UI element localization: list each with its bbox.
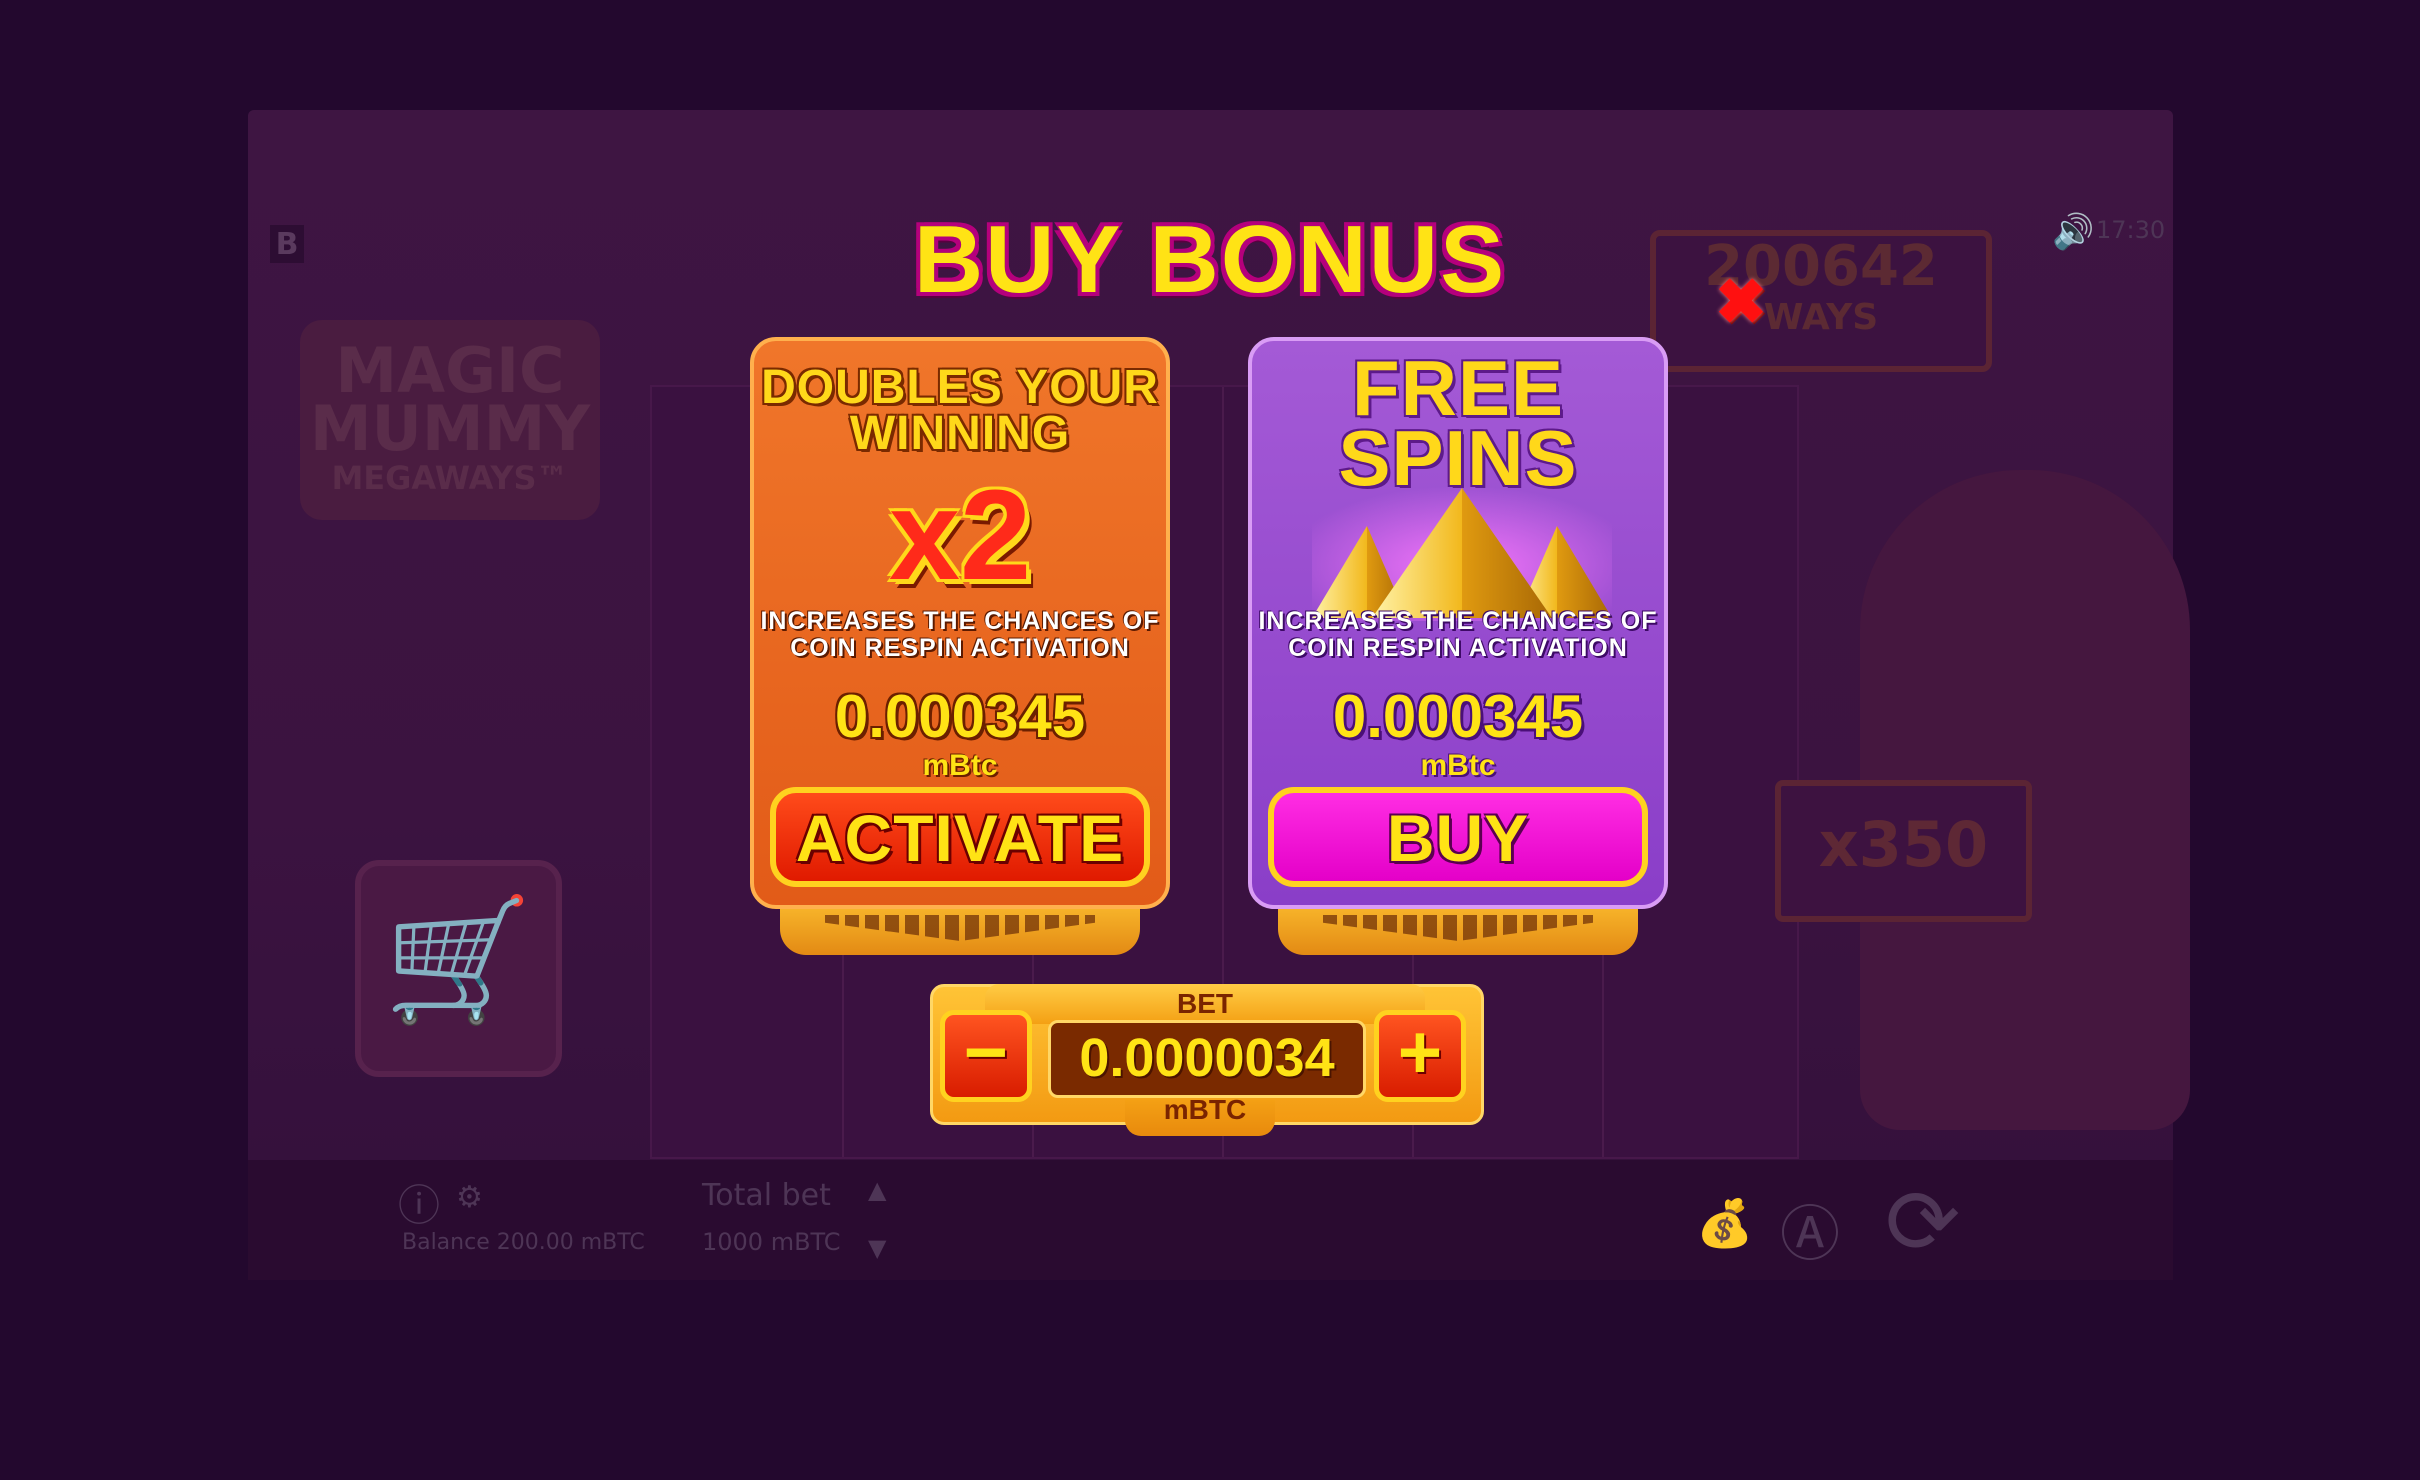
game-logo: MAGIC MUMMY MEGAWAYS™	[300, 320, 600, 520]
card-description: INCREASES THE CHANCES OF COIN RESPIN ACT…	[760, 607, 1160, 662]
card-price: 0.000345	[1332, 683, 1584, 750]
pyramids-icon	[1312, 486, 1612, 621]
x2-multiplier-icon: x2	[888, 464, 1032, 607]
increase-bet-button[interactable]: +	[1374, 1010, 1466, 1102]
card-base-right	[1278, 905, 1638, 955]
balance-text: Balance 200.00 mBTC	[402, 1230, 645, 1255]
close-icon: ✖	[1715, 268, 1767, 337]
card-price: 0.000345	[834, 683, 1086, 750]
money-bag-icon[interactable]: 💰	[1696, 1196, 1753, 1251]
bet-unit: mBTC	[1163, 1094, 1247, 1125]
bet-value: 0.0000034	[1079, 1028, 1335, 1088]
decrease-bet-button[interactable]: −	[940, 1010, 1032, 1102]
ways-label: WAYS	[1763, 297, 1879, 338]
doubles-winning-card: DOUBLES YOUR WINNING x2 INCREASES THE CH…	[750, 337, 1170, 909]
buy-bonus-cart-button[interactable]: 🛒	[355, 860, 562, 1077]
card-headline: FREE SPINS	[1338, 344, 1578, 502]
plus-icon: +	[1397, 1010, 1443, 1095]
card-base-left	[780, 905, 1140, 955]
card-price-unit: mBtc	[922, 749, 998, 782]
brand-badge: B	[270, 225, 304, 263]
logo-line-3: MEGAWAYS™	[331, 459, 569, 497]
activate-button[interactable]: ACTIVATE	[770, 787, 1150, 887]
bet-up-arrow-icon[interactable]: ▲	[868, 1176, 886, 1204]
card-headline: DOUBLES YOUR WINNING	[761, 361, 1159, 460]
cart-icon: 🛒	[383, 891, 534, 1030]
bet-down-arrow-icon[interactable]: ▼	[868, 1234, 886, 1262]
autoplay-icon[interactable]: Ⓐ	[1780, 1186, 1840, 1273]
minus-icon: −	[963, 1010, 1009, 1095]
clock: 17:30	[2096, 216, 2166, 244]
bet-label: BET	[1177, 988, 1233, 1019]
ways-counter: 200642 WAYS	[1650, 230, 1992, 372]
total-bet-label: Total bet	[702, 1178, 831, 1213]
multiplier-badge: x350	[1775, 780, 2032, 922]
logo-line-2: MUMMY	[309, 392, 591, 465]
total-bet-value: 1000 mBTC	[702, 1228, 841, 1256]
card-price-unit: mBtc	[1420, 749, 1496, 782]
sound-icon[interactable]: 🔊	[2052, 212, 2094, 252]
info-icon[interactable]: ⓘ	[398, 1172, 440, 1233]
card-description: INCREASES THE CHANCES OF COIN RESPIN ACT…	[1258, 607, 1658, 662]
modal-title: BUY BONUS	[913, 206, 1507, 313]
close-button[interactable]: ✖	[1715, 272, 1767, 334]
buy-button[interactable]: BUY	[1268, 787, 1648, 887]
settings-gear-icon[interactable]: ⚙	[456, 1180, 483, 1215]
free-spins-card: FREE SPINS INCREASES THE CHANCES OF COIN…	[1248, 337, 1668, 909]
spin-icon[interactable]: ⟳	[1885, 1170, 1960, 1275]
